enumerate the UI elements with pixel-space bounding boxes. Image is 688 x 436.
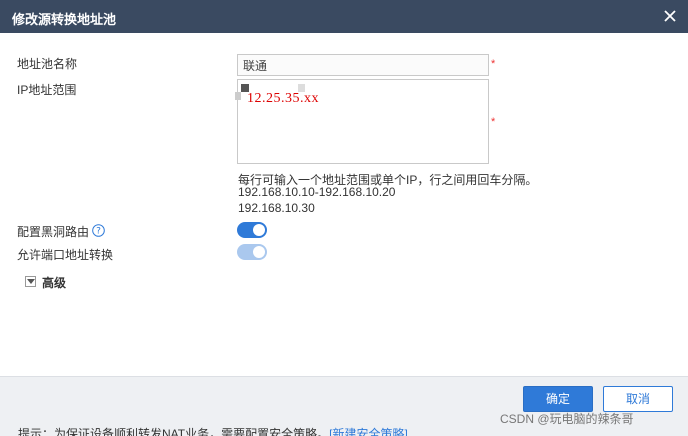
port-translation-toggle	[237, 244, 267, 260]
new-security-policy-link[interactable]: [新建安全策略]	[329, 427, 408, 436]
ip-range-value: 12.25.35.xx	[247, 91, 319, 106]
ip-range-required-mark: *	[491, 116, 496, 128]
port-translation-label: 允许端口地址转换	[17, 248, 114, 262]
ip-range-textarea[interactable]: 12.25.35.xx	[235, 79, 489, 164]
ok-button[interactable]: 确定	[523, 386, 593, 412]
redaction-pixel	[235, 92, 241, 100]
blackhole-route-toggle[interactable]	[237, 222, 267, 238]
watermark: CSDN @玩电脑的辣条哥	[500, 412, 634, 426]
security-policy-tip: 提示：为保证设备顺利转发NAT业务，需要配置安全策略。[新建安全策略]	[18, 425, 408, 436]
caret-down-icon[interactable]	[25, 276, 36, 287]
advanced-section-toggle[interactable]: 高级	[42, 274, 66, 291]
pool-name-input[interactable]	[237, 54, 489, 76]
ip-range-hint-line: 192.168.10.10-192.168.10.20	[238, 185, 396, 199]
svg-text:?: ?	[96, 227, 101, 237]
dialog-titlebar: 修改源转换地址池	[0, 0, 688, 33]
blackhole-route-label: 配置黑洞路由	[17, 225, 90, 239]
ip-range-hint-line: 192.168.10.30	[238, 201, 315, 215]
pool-name-required-mark: *	[491, 58, 496, 70]
pool-name-label: 地址池名称	[17, 57, 78, 71]
question-circle-icon[interactable]: ?	[92, 224, 105, 237]
close-icon[interactable]	[662, 8, 678, 24]
cancel-button[interactable]: 取消	[603, 386, 673, 412]
tip-text: 提示：为保证设备顺利转发NAT业务，需要配置安全策略。	[18, 427, 330, 436]
ip-range-label: IP地址范围	[17, 83, 77, 97]
dialog-title: 修改源转换地址池	[12, 12, 117, 27]
